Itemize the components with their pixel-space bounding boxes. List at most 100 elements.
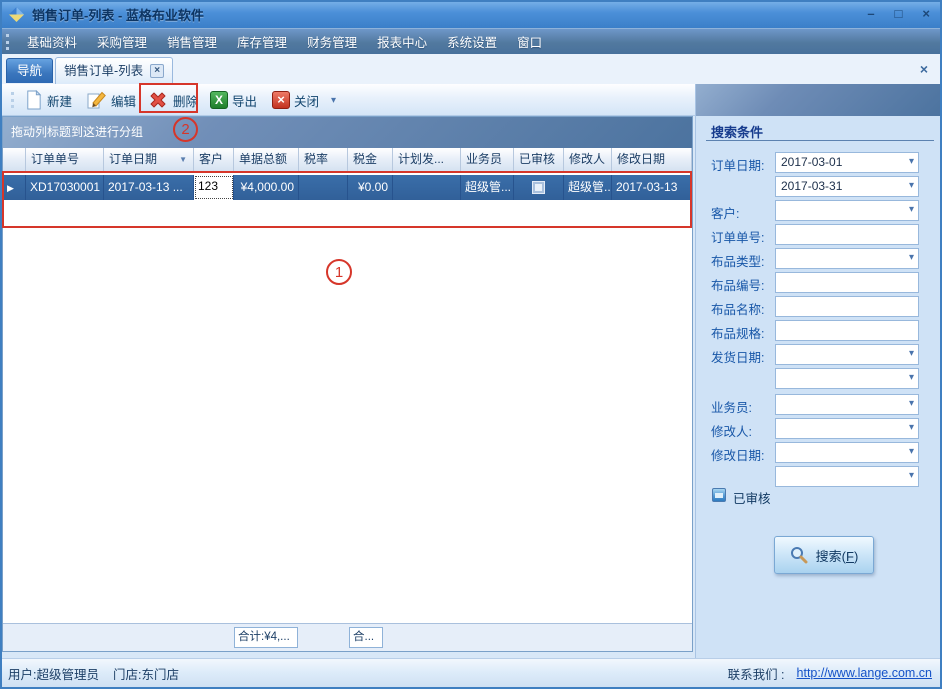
chevron-down-icon[interactable]: ▾ bbox=[909, 205, 914, 215]
approved-filter-checkbox[interactable] bbox=[712, 488, 726, 502]
sort-descending-icon[interactable]: ▼ bbox=[179, 148, 187, 171]
header-modified-date[interactable]: 修改日期 bbox=[612, 148, 692, 171]
search-panel-header-block bbox=[696, 84, 941, 116]
chevron-down-icon[interactable]: ▾ bbox=[909, 373, 914, 383]
chevron-down-icon[interactable]: ▾ bbox=[909, 399, 914, 409]
menu-item-sales[interactable]: 销售管理 bbox=[157, 28, 227, 55]
close-button[interactable]: × bbox=[922, 0, 930, 28]
window-title: 销售订单-列表 - 蓝格布业软件 bbox=[32, 5, 204, 24]
edit-button-label: 编辑 bbox=[111, 91, 136, 110]
title-bar: 销售订单-列表 - 蓝格布业软件 – □ × bbox=[0, 0, 942, 28]
order-date-to-combo[interactable]: 2017-03-31 ▾ bbox=[775, 176, 919, 197]
cell-modifier[interactable]: 超级管... bbox=[564, 175, 612, 200]
header-salesman[interactable]: 业务员 bbox=[461, 148, 514, 171]
customer-combo[interactable]: ▾ bbox=[775, 200, 919, 221]
modified-date-from-combo[interactable]: ▾ bbox=[775, 442, 919, 463]
minimize-button[interactable]: – bbox=[867, 0, 874, 28]
tab-close-icon[interactable]: × bbox=[150, 64, 164, 78]
export-button[interactable]: X 导出 bbox=[206, 87, 261, 113]
fabric-spec-input[interactable] bbox=[775, 320, 919, 341]
header-order-date[interactable]: 订单日期 ▼ bbox=[104, 148, 194, 171]
grid-rows-area[interactable]: ▶ XD17030001 2017-03-13 ... 123 ¥4,000.0… bbox=[3, 172, 692, 623]
cell-approved[interactable] bbox=[514, 175, 564, 200]
cell-customer-editing[interactable]: 123 bbox=[194, 175, 234, 200]
search-button[interactable]: 搜索(F) bbox=[774, 536, 874, 574]
row-indicator-icon: ▶ bbox=[7, 183, 14, 193]
cell-planned-ship[interactable] bbox=[393, 175, 461, 200]
modifier-combo[interactable]: ▾ bbox=[775, 418, 919, 439]
menu-item-finance[interactable]: 财务管理 bbox=[297, 28, 367, 55]
delete-button-label: 删除 bbox=[173, 91, 198, 110]
label-ship-date: 发货日期: bbox=[711, 347, 764, 366]
status-bar: 用户:超级管理员 门店:东门店 联系我们 : http://www.lange.… bbox=[0, 658, 942, 687]
row-indicator-cell[interactable]: ▶ bbox=[3, 175, 26, 200]
order-no-input[interactable] bbox=[775, 224, 919, 245]
menu-item-window[interactable]: 窗口 bbox=[507, 28, 552, 55]
header-tax[interactable]: 税金 bbox=[348, 148, 393, 171]
table-row[interactable]: ▶ XD17030001 2017-03-13 ... 123 ¥4,000.0… bbox=[3, 175, 692, 200]
tabstrip-close-icon[interactable]: × bbox=[920, 61, 928, 77]
cell-order-no[interactable]: XD17030001 bbox=[26, 175, 104, 200]
close-button-label: 关闭 bbox=[294, 91, 319, 110]
header-order-no[interactable]: 订单单号 bbox=[26, 148, 104, 171]
fabric-type-combo[interactable]: ▾ bbox=[775, 248, 919, 269]
modified-date-to-combo[interactable]: ▾ bbox=[775, 466, 919, 487]
grid-summary-footer: 合计:¥4,... 合... bbox=[3, 623, 692, 651]
fabric-name-input[interactable] bbox=[775, 296, 919, 317]
app-window: 销售订单-列表 - 蓝格布业软件 – □ × 基础资料 采购管理 销售管理 库存… bbox=[0, 0, 942, 689]
cell-modified-date[interactable]: 2017-03-13 bbox=[612, 175, 692, 200]
chevron-down-icon[interactable]: ▾ bbox=[909, 447, 914, 457]
fabric-code-input[interactable] bbox=[775, 272, 919, 293]
menu-item-inventory[interactable]: 库存管理 bbox=[227, 28, 297, 55]
edit-button[interactable]: 编辑 bbox=[82, 87, 140, 113]
header-planned-ship[interactable]: 计划发... bbox=[393, 148, 461, 171]
header-modifier[interactable]: 修改人 bbox=[564, 148, 612, 171]
menu-grip-icon bbox=[6, 34, 10, 50]
ship-date-to-combo[interactable]: ▾ bbox=[775, 368, 919, 389]
search-icon bbox=[790, 546, 808, 564]
chevron-down-icon[interactable]: ▾ bbox=[909, 157, 914, 167]
order-date-from-combo[interactable]: 2017-03-01 ▾ bbox=[775, 152, 919, 173]
header-approved[interactable]: 已审核 bbox=[514, 148, 564, 171]
cell-tax[interactable]: ¥0.00 bbox=[348, 175, 393, 200]
maximize-button[interactable]: □ bbox=[895, 0, 903, 28]
menu-item-purchase[interactable]: 采购管理 bbox=[87, 28, 157, 55]
edit-pencil-icon bbox=[86, 90, 107, 110]
contact-label: 联系我们 : bbox=[728, 664, 785, 683]
chevron-down-icon[interactable]: ▾ bbox=[909, 349, 914, 359]
approved-checkbox[interactable] bbox=[532, 181, 545, 194]
header-customer[interactable]: 客户 bbox=[194, 148, 234, 171]
cell-total[interactable]: ¥4,000.00 bbox=[234, 175, 299, 200]
cell-salesman[interactable]: 超级管... bbox=[461, 175, 514, 200]
new-button[interactable]: 新建 bbox=[20, 87, 76, 113]
search-panel: 搜索条件 订单日期: 2017-03-01 ▾ 2017-03-31 ▾ 客户:… bbox=[695, 84, 940, 658]
header-tax-rate[interactable]: 税率 bbox=[299, 148, 348, 171]
chevron-down-icon[interactable]: ▾ bbox=[909, 253, 914, 263]
salesman-combo[interactable]: ▾ bbox=[775, 394, 919, 415]
menu-item-settings[interactable]: 系统设置 bbox=[437, 28, 507, 55]
chevron-down-icon[interactable]: ▾ bbox=[909, 423, 914, 433]
header-total[interactable]: 单据总额 bbox=[234, 148, 299, 171]
header-order-date-label: 订单日期 bbox=[109, 152, 157, 166]
menu-item-reports[interactable]: 报表中心 bbox=[367, 28, 437, 55]
close-tab-button[interactable]: × 关闭 ▾ bbox=[268, 87, 340, 113]
tab-strip: 导航 销售订单-列表 × × bbox=[0, 54, 942, 84]
menu-item-basic-data[interactable]: 基础资料 bbox=[17, 28, 87, 55]
label-fabric-name: 布品名称: bbox=[711, 299, 764, 318]
delete-button[interactable]: 删除 bbox=[143, 87, 202, 113]
status-store: 门店:东门店 bbox=[113, 664, 179, 683]
website-link[interactable]: http://www.lange.com.cn bbox=[797, 666, 932, 680]
label-fabric-spec: 布品规格: bbox=[711, 323, 764, 342]
close-dropdown-caret-icon[interactable]: ▾ bbox=[331, 95, 336, 106]
chevron-down-icon[interactable]: ▾ bbox=[909, 471, 914, 481]
chevron-down-icon[interactable]: ▾ bbox=[909, 181, 914, 191]
ship-date-from-combo[interactable]: ▾ bbox=[775, 344, 919, 365]
tab-sales-order-list[interactable]: 销售订单-列表 × bbox=[55, 57, 173, 84]
cell-order-date[interactable]: 2017-03-13 ... bbox=[104, 175, 194, 200]
tab-navigation[interactable]: 导航 bbox=[6, 58, 53, 83]
cell-tax-rate[interactable] bbox=[299, 175, 348, 200]
search-panel-divider bbox=[706, 140, 934, 141]
label-order-no: 订单单号: bbox=[711, 227, 764, 246]
group-by-panel[interactable]: 拖动列标题到这进行分组 bbox=[3, 117, 692, 148]
label-fabric-type: 布品类型: bbox=[711, 251, 764, 270]
